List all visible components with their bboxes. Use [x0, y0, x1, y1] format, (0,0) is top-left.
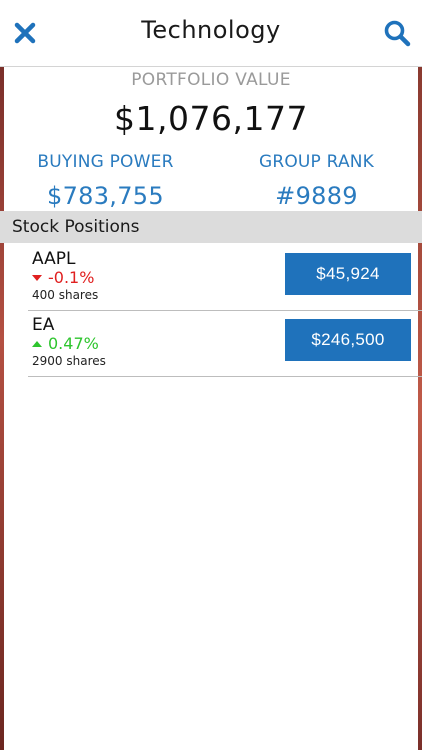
group-rank-label: GROUP RANK: [258, 152, 375, 172]
ticker-symbol: EA: [32, 315, 55, 335]
price-change: 0.47%: [32, 334, 99, 353]
buying-power-label: BUYING POWER: [37, 152, 174, 172]
up-arrow-icon: [32, 340, 42, 347]
search-icon: [384, 20, 411, 47]
section-title: Stock Positions: [12, 217, 140, 237]
position-value-button[interactable]: $45,924: [285, 253, 411, 295]
position-row-ea[interactable]: EA 0.47% 2900 shares $246,500: [28, 311, 422, 377]
portfolio-value-label: PORTFOLIO VALUE: [131, 70, 291, 90]
search-button[interactable]: [380, 16, 414, 50]
price-change: -0.1%: [32, 268, 94, 287]
share-count: 2900 shares: [32, 354, 106, 368]
nav-bar: Technology: [0, 0, 422, 67]
position-value-button[interactable]: $246,500: [285, 319, 411, 361]
buying-power-value: $783,755: [47, 182, 164, 210]
portfolio-value: $1,076,177: [114, 99, 308, 138]
change-percent: -0.1%: [48, 268, 95, 287]
share-count: 400 shares: [32, 288, 99, 302]
change-percent: 0.47%: [48, 334, 99, 353]
page-title: Technology: [141, 16, 281, 44]
ticker-symbol: AAPL: [32, 249, 76, 269]
stock-positions-header: Stock Positions: [0, 211, 422, 243]
portfolio-screen: Technology PORTFOLIO VALUE $1,076,177 BU…: [0, 0, 422, 750]
position-row-aapl[interactable]: AAPL -0.1% 400 shares $45,924: [28, 245, 422, 311]
group-rank-value: #9889: [275, 182, 358, 210]
down-arrow-icon: [32, 274, 42, 281]
